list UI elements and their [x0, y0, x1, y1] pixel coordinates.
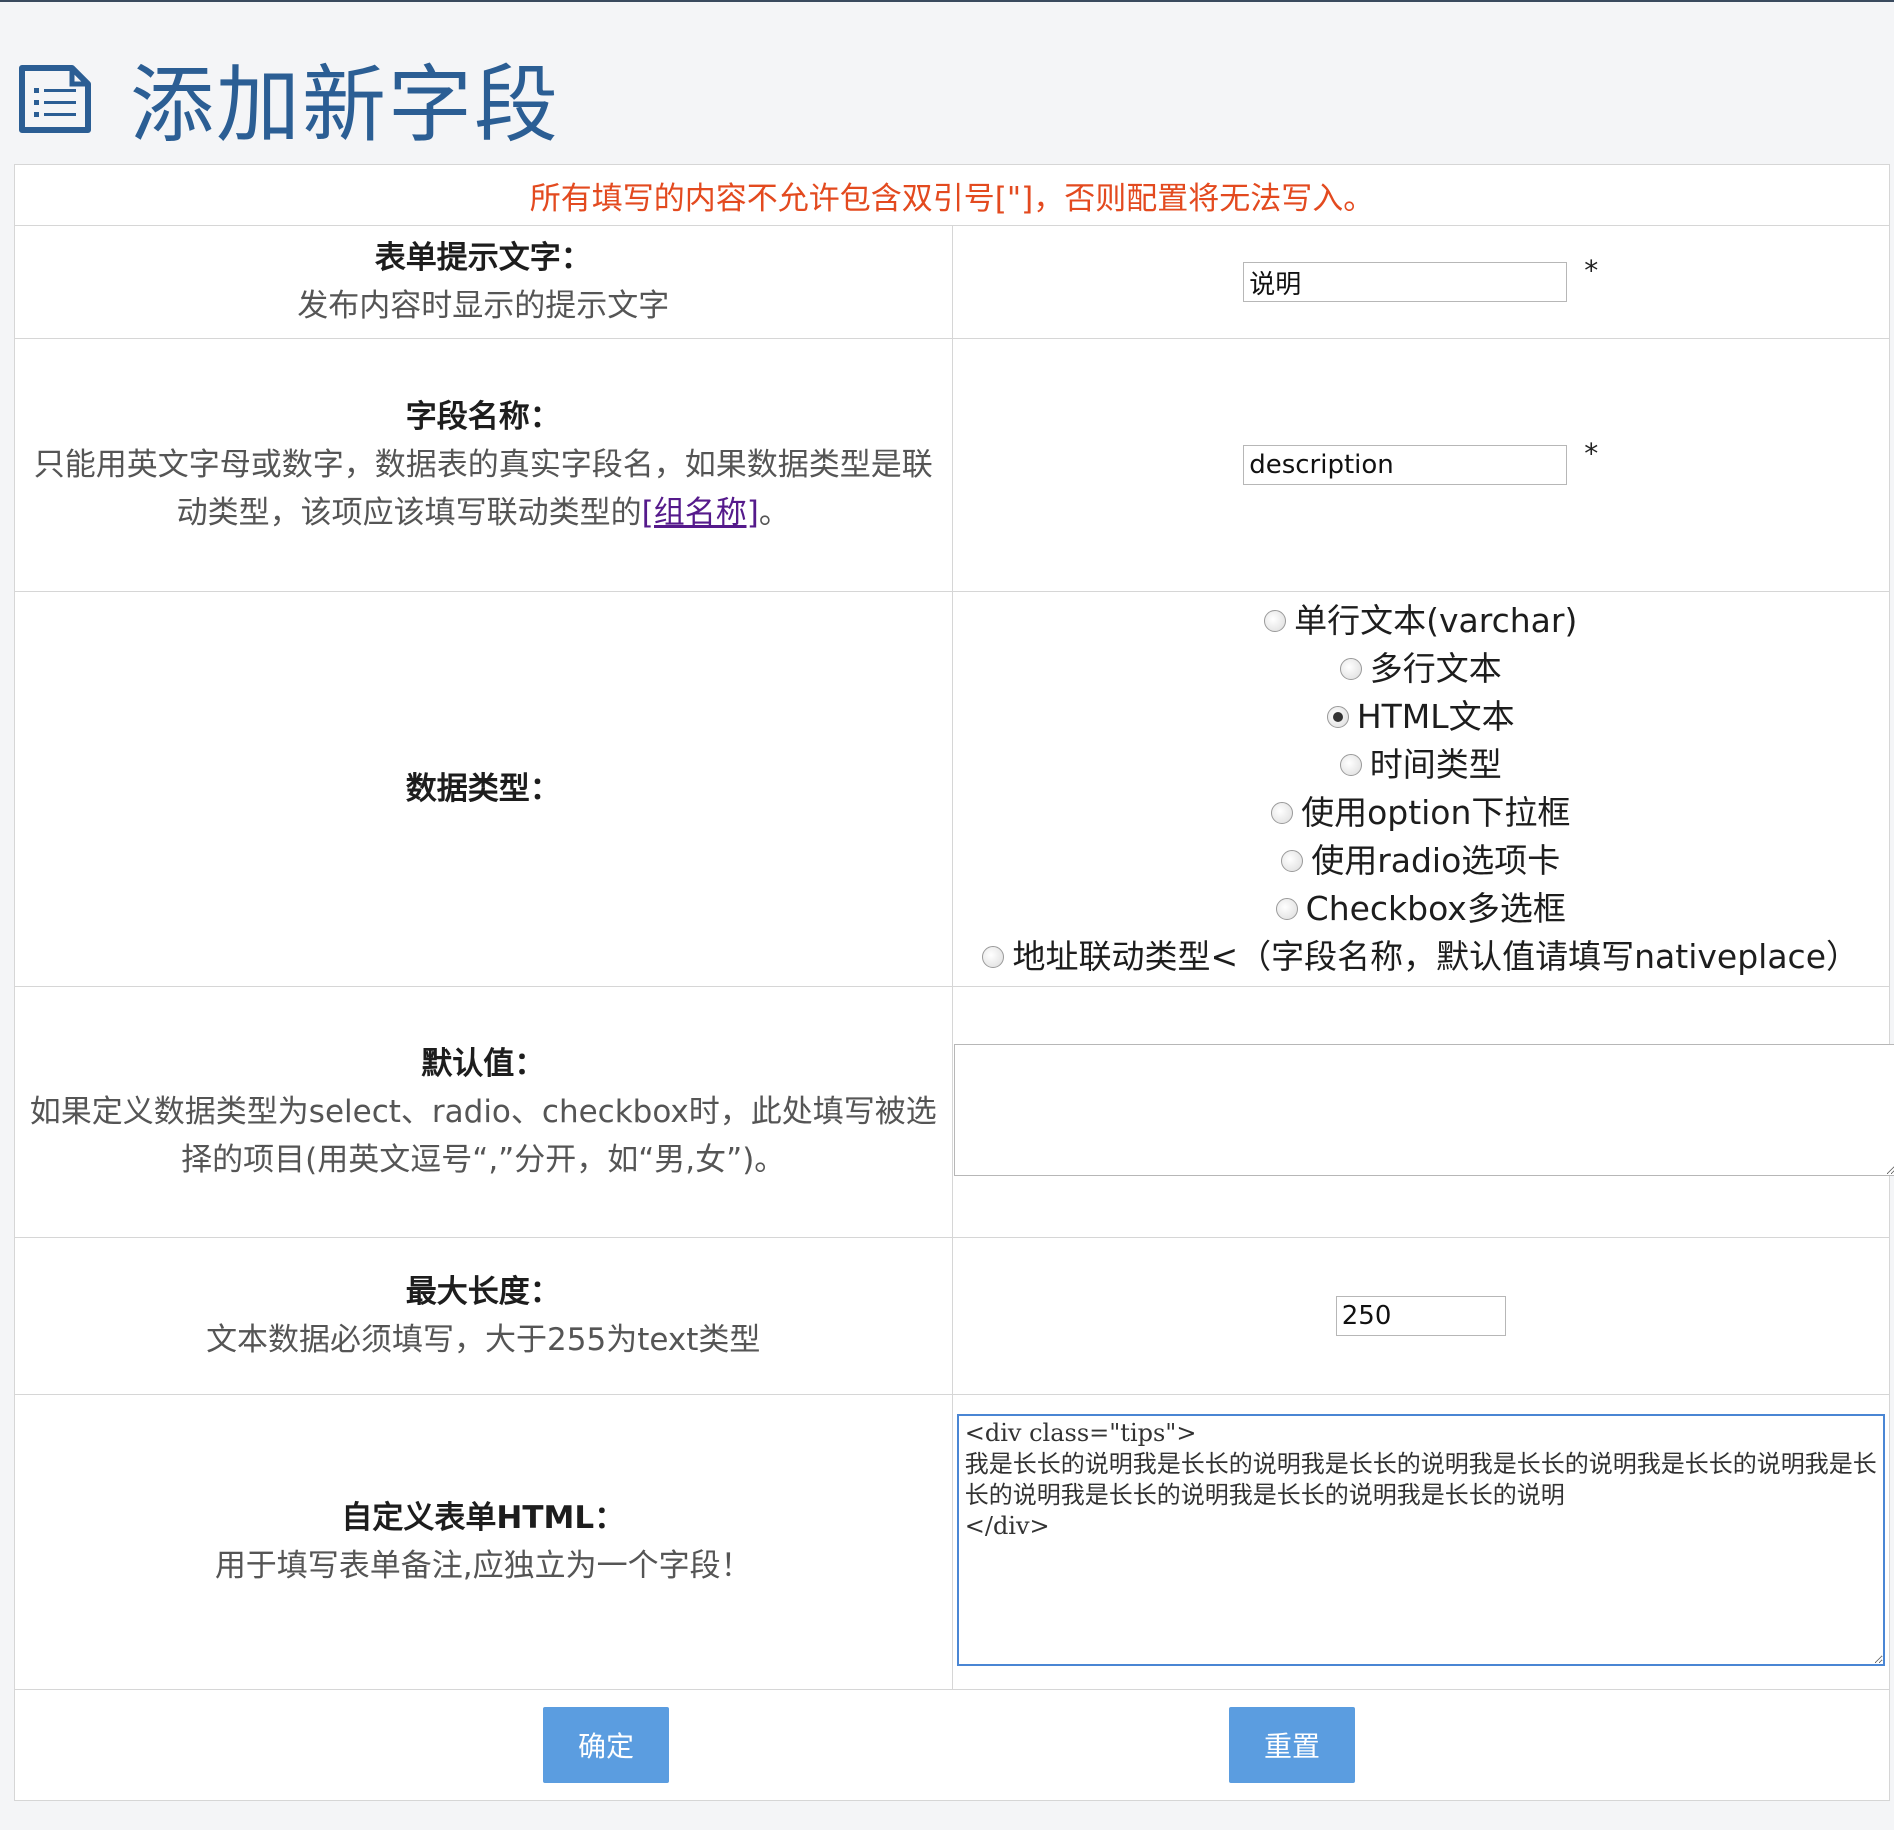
data-type-label: 数据类型： — [405, 771, 561, 807]
radio-button[interactable] — [982, 946, 1005, 968]
data-type-option-address[interactable]: 地址联动类型<（字段名称，默认值请填写nativeplace） — [982, 933, 1859, 981]
data-type-option-checkbox[interactable]: Checkbox多选框 — [1275, 885, 1566, 933]
radio-label: 时间类型 — [1369, 745, 1502, 784]
radio-button[interactable] — [1339, 658, 1362, 680]
max-length-field-cell — [951, 1237, 1890, 1395]
default-value-label: 默认值： — [421, 1046, 546, 1082]
data-type-option-select[interactable]: 使用option下拉框 — [1271, 789, 1570, 837]
radio-label: 多行文本 — [1369, 649, 1502, 688]
radio-label: 地址联动类型<（字段名称，默认值请填写nativeplace） — [1012, 937, 1859, 976]
radio-button[interactable] — [1281, 850, 1304, 872]
default-value-field-cell — [951, 986, 1894, 1238]
radio-button[interactable] — [1339, 754, 1362, 776]
default-value-label-cell: 默认值： 如果定义数据类型为select、radio、checkbox时，此处填… — [14, 986, 953, 1238]
radio-label: HTML文本 — [1356, 697, 1515, 736]
reset-button[interactable]: 重置 — [1229, 1707, 1355, 1783]
button-bar: 确定 重置 — [14, 1689, 1890, 1801]
custom-html-help: 用于填写表单备注,应独立为一个字段！ — [214, 1548, 752, 1584]
radio-label: Checkbox多选框 — [1305, 889, 1566, 928]
data-type-option-varchar[interactable]: 单行文本(varchar) — [1264, 597, 1577, 645]
radio-button-checked[interactable] — [1326, 706, 1349, 728]
default-value-help: 如果定义数据类型为select、radio、checkbox时，此处填写被选择的… — [29, 1094, 937, 1178]
default-value-textarea[interactable] — [953, 1044, 1894, 1176]
page-header: 添加新字段 — [16, 48, 560, 154]
prompt-text-help: 发布内容时显示的提示文字 — [297, 288, 670, 324]
radio-label: 使用radio选项卡 — [1311, 841, 1561, 880]
field-name-field-cell: * — [951, 338, 1890, 592]
max-length-label: 最大长度： — [405, 1274, 561, 1310]
submit-button[interactable]: 确定 — [543, 1707, 669, 1783]
data-type-option-time[interactable]: 时间类型 — [1339, 741, 1502, 789]
prompt-text-input[interactable] — [1243, 262, 1568, 302]
field-name-input[interactable] — [1243, 445, 1568, 485]
radio-label: 单行文本(varchar) — [1294, 601, 1578, 640]
custom-html-label-cell: 自定义表单HTML： 用于填写表单备注,应独立为一个字段！ — [14, 1394, 953, 1690]
field-name-help: 只能用英文字母或数字，数据表的真实字段名，如果数据类型是联动类型，该项应该填写联… — [33, 447, 933, 531]
max-length-label-cell: 最大长度： 文本数据必须填写，大于255为text类型 — [14, 1237, 953, 1395]
custom-html-field-cell: <div class="tips"> 我是长长的说明我是长长的说明我是长长的说明… — [951, 1394, 1890, 1690]
custom-html-label: 自定义表单HTML： — [341, 1500, 626, 1536]
data-type-radio-group: 单行文本(varchar) 多行文本 HTML文本 时间类型 使用option下… — [954, 597, 1889, 981]
max-length-help: 文本数据必须填写，大于255为text类型 — [206, 1322, 761, 1358]
group-name-link[interactable]: [组名称] — [642, 495, 759, 531]
data-type-label-cell: 数据类型： — [14, 591, 953, 987]
document-list-icon — [19, 65, 91, 133]
radio-button[interactable] — [1264, 610, 1287, 632]
field-form: 所有填写的内容不允许包含双引号["]，否则配置将无法写入。 表单提示文字： 发布… — [14, 164, 1894, 1801]
required-mark: * — [1584, 437, 1599, 470]
field-name-help-suffix: 。 — [758, 495, 790, 531]
max-length-input[interactable] — [1335, 1296, 1506, 1336]
prompt-text-label: 表单提示文字： — [374, 240, 592, 276]
data-type-option-html[interactable]: HTML文本 — [1326, 693, 1515, 741]
radio-label: 使用option下拉框 — [1301, 793, 1571, 832]
data-type-option-radio[interactable]: 使用radio选项卡 — [1281, 837, 1560, 885]
radio-button[interactable] — [1275, 898, 1298, 920]
data-type-option-multiline[interactable]: 多行文本 — [1339, 645, 1502, 693]
page-title: 添加新字段 — [130, 55, 561, 154]
radio-button[interactable] — [1271, 802, 1294, 824]
data-type-field-cell: 单行文本(varchar) 多行文本 HTML文本 时间类型 使用option下… — [951, 591, 1890, 987]
top-border — [0, 0, 1894, 2]
field-name-label-cell: 字段名称： 只能用英文字母或数字，数据表的真实字段名，如果数据类型是联动类型，该… — [14, 338, 953, 592]
notice-text: 所有填写的内容不允许包含双引号["]，否则配置将无法写入。 — [14, 164, 1890, 226]
custom-html-textarea[interactable]: <div class="tips"> 我是长长的说明我是长长的说明我是长长的说明… — [956, 1414, 1885, 1666]
required-mark: * — [1584, 254, 1599, 287]
prompt-text-label-cell: 表单提示文字： 发布内容时显示的提示文字 — [14, 225, 953, 339]
prompt-text-field-cell: * — [951, 225, 1890, 339]
field-name-label: 字段名称： — [405, 399, 561, 435]
